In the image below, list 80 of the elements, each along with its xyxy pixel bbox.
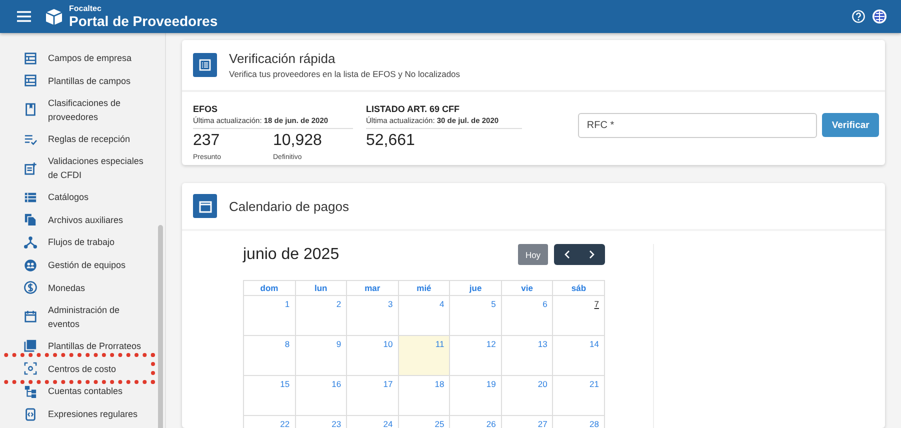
rfc-input-field[interactable]: RFC * <box>578 113 818 138</box>
book-icon <box>24 103 37 116</box>
sidebar-item[interactable]: Archivos auxiliares <box>0 208 165 232</box>
count-value: 237 <box>193 132 221 150</box>
today-button[interactable]: Hoy <box>518 244 548 265</box>
day-cell[interactable]: 5 <box>450 296 502 336</box>
files-icon <box>24 213 37 226</box>
weekday-header: jue <box>450 280 502 296</box>
day-cell[interactable]: 13 <box>501 336 553 376</box>
list-icon <box>199 59 211 71</box>
weekday-header: vie <box>501 280 553 296</box>
month-title: junio de 2025 <box>243 246 340 264</box>
card-subtitle: Verifica tus proveedores en la lista de EFOS y No localizados <box>229 69 460 79</box>
sidebar-item[interactable]: Validaciones especiales de CFDI <box>0 150 165 186</box>
brand-subtitle: Focaltec <box>69 5 102 13</box>
sidebar-item[interactable]: Cuentas contables <box>0 380 165 403</box>
weekday-header: sáb <box>552 280 604 296</box>
sidebar-item[interactable]: Expresiones regulares <box>0 402 165 426</box>
sidebar-item[interactable]: Administración de eventos <box>0 298 165 335</box>
weekday-header: dom <box>244 280 296 296</box>
calendar-icon <box>198 200 212 212</box>
day-cell[interactable]: 14 <box>552 336 604 376</box>
document-plus-icon <box>24 162 37 175</box>
day-cell[interactable]: 2 <box>295 296 347 336</box>
verify-button[interactable]: Verificar <box>822 113 879 137</box>
sidebar-item[interactable]: Reglas de recepción <box>0 128 165 150</box>
day-cell[interactable]: 12 <box>450 336 502 376</box>
network-icon <box>24 236 37 249</box>
menu-icon[interactable] <box>17 11 31 22</box>
day-cell[interactable]: 21 <box>552 376 604 416</box>
form-icon <box>24 52 37 65</box>
sidebar-item[interactable]: Monedas <box>0 276 165 299</box>
focus-icon <box>24 362 37 376</box>
day-cell[interactable]: 1 <box>244 296 296 336</box>
globe-icon[interactable] <box>872 9 887 24</box>
box-logo-icon <box>45 8 63 26</box>
day-cell[interactable]: 17 <box>346 376 398 416</box>
list-title: LISTADO ART. 69 CFF <box>366 104 461 114</box>
list-title: EFOS <box>193 104 219 114</box>
weekday-header: mar <box>346 280 398 296</box>
day-cell[interactable]: 11 <box>398 336 450 376</box>
day-cell[interactable]: 6 <box>501 296 553 336</box>
form-icon <box>24 74 37 88</box>
layers-icon <box>24 339 37 352</box>
day-cell[interactable]: 15 <box>244 376 296 416</box>
day-cell[interactable]: 16 <box>295 376 347 416</box>
list-icon <box>24 190 37 204</box>
sidebar-item[interactable]: Plantillas de Prorrateos <box>0 334 165 358</box>
people-icon <box>24 258 37 272</box>
count-value: 10,928 <box>273 132 323 150</box>
day-cell[interactable]: 18 <box>398 376 450 416</box>
chevron-right-icon <box>589 250 596 259</box>
day-cell[interactable]: 19 <box>450 376 502 416</box>
chevron-left-icon <box>564 250 570 259</box>
weekday-header: mié <box>398 280 450 296</box>
sidebar-item[interactable]: Flujos de trabajo <box>0 231 165 254</box>
hierarchy-icon <box>24 384 37 398</box>
day-cell[interactable]: 8 <box>244 336 296 376</box>
day-cell[interactable]: 3 <box>346 296 398 336</box>
sidebar-item[interactable]: Clasificaciones de proveedores <box>0 92 165 128</box>
count-value: 52,661 <box>366 132 416 150</box>
day-cell[interactable]: 7 <box>552 296 604 336</box>
brand-title: Portal de Proveedores <box>69 14 218 28</box>
card-title: Calendario de pagos <box>229 198 349 214</box>
card-title: Verificación rápida <box>229 51 336 66</box>
sidebar-item[interactable]: Gestión de equipos <box>0 254 165 276</box>
dollar-icon <box>24 281 37 294</box>
calendar-icon <box>24 310 37 324</box>
sidebar-item[interactable]: Campos de empresa <box>0 47 165 70</box>
checklist-icon <box>24 132 37 146</box>
scrollbar[interactable] <box>158 225 163 428</box>
help-icon[interactable] <box>852 10 865 23</box>
day-cell[interactable]: 10 <box>346 336 398 376</box>
sidebar-item[interactable]: Catálogos <box>0 186 165 209</box>
day-cell[interactable]: 20 <box>501 376 553 416</box>
code-icon <box>24 408 37 421</box>
sidebar-item[interactable]: Plantillas de campos <box>0 70 165 92</box>
day-cell[interactable]: 9 <box>295 336 347 376</box>
day-cell[interactable]: 22 <box>244 416 296 428</box>
weekday-header: lun <box>295 280 347 296</box>
